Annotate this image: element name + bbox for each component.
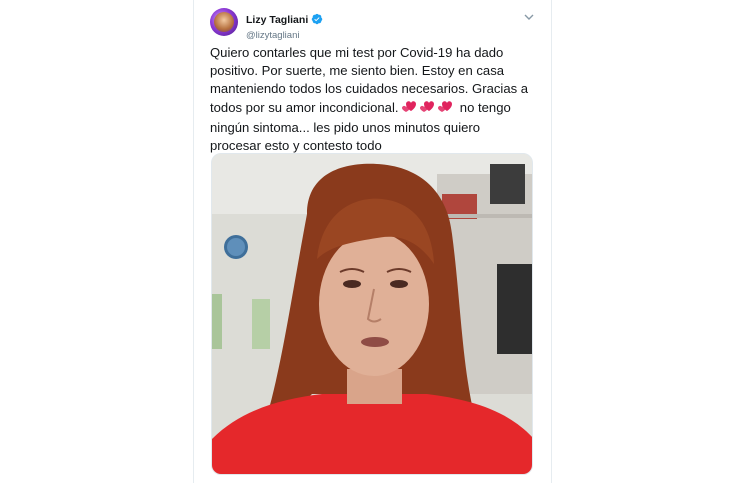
tweet-card: Lizy Tagliani @lizytagliani Quiero conta… bbox=[193, 0, 552, 483]
display-name[interactable]: Lizy Tagliani bbox=[246, 14, 308, 26]
tweet-header: Lizy Tagliani @lizytagliani bbox=[210, 8, 539, 41]
chevron-down-icon[interactable] bbox=[523, 10, 535, 22]
heart-emoji-icons bbox=[402, 100, 456, 119]
author-block: Lizy Tagliani @lizytagliani bbox=[246, 10, 323, 42]
tweet-text: Quiero contarles que mi test por Covid-1… bbox=[210, 44, 530, 155]
tweet-photo[interactable] bbox=[211, 153, 533, 475]
verified-badge-icon bbox=[311, 12, 323, 30]
handle[interactable]: @lizytagliani bbox=[246, 30, 323, 42]
selfie-photo bbox=[212, 154, 532, 474]
avatar[interactable] bbox=[210, 8, 238, 36]
